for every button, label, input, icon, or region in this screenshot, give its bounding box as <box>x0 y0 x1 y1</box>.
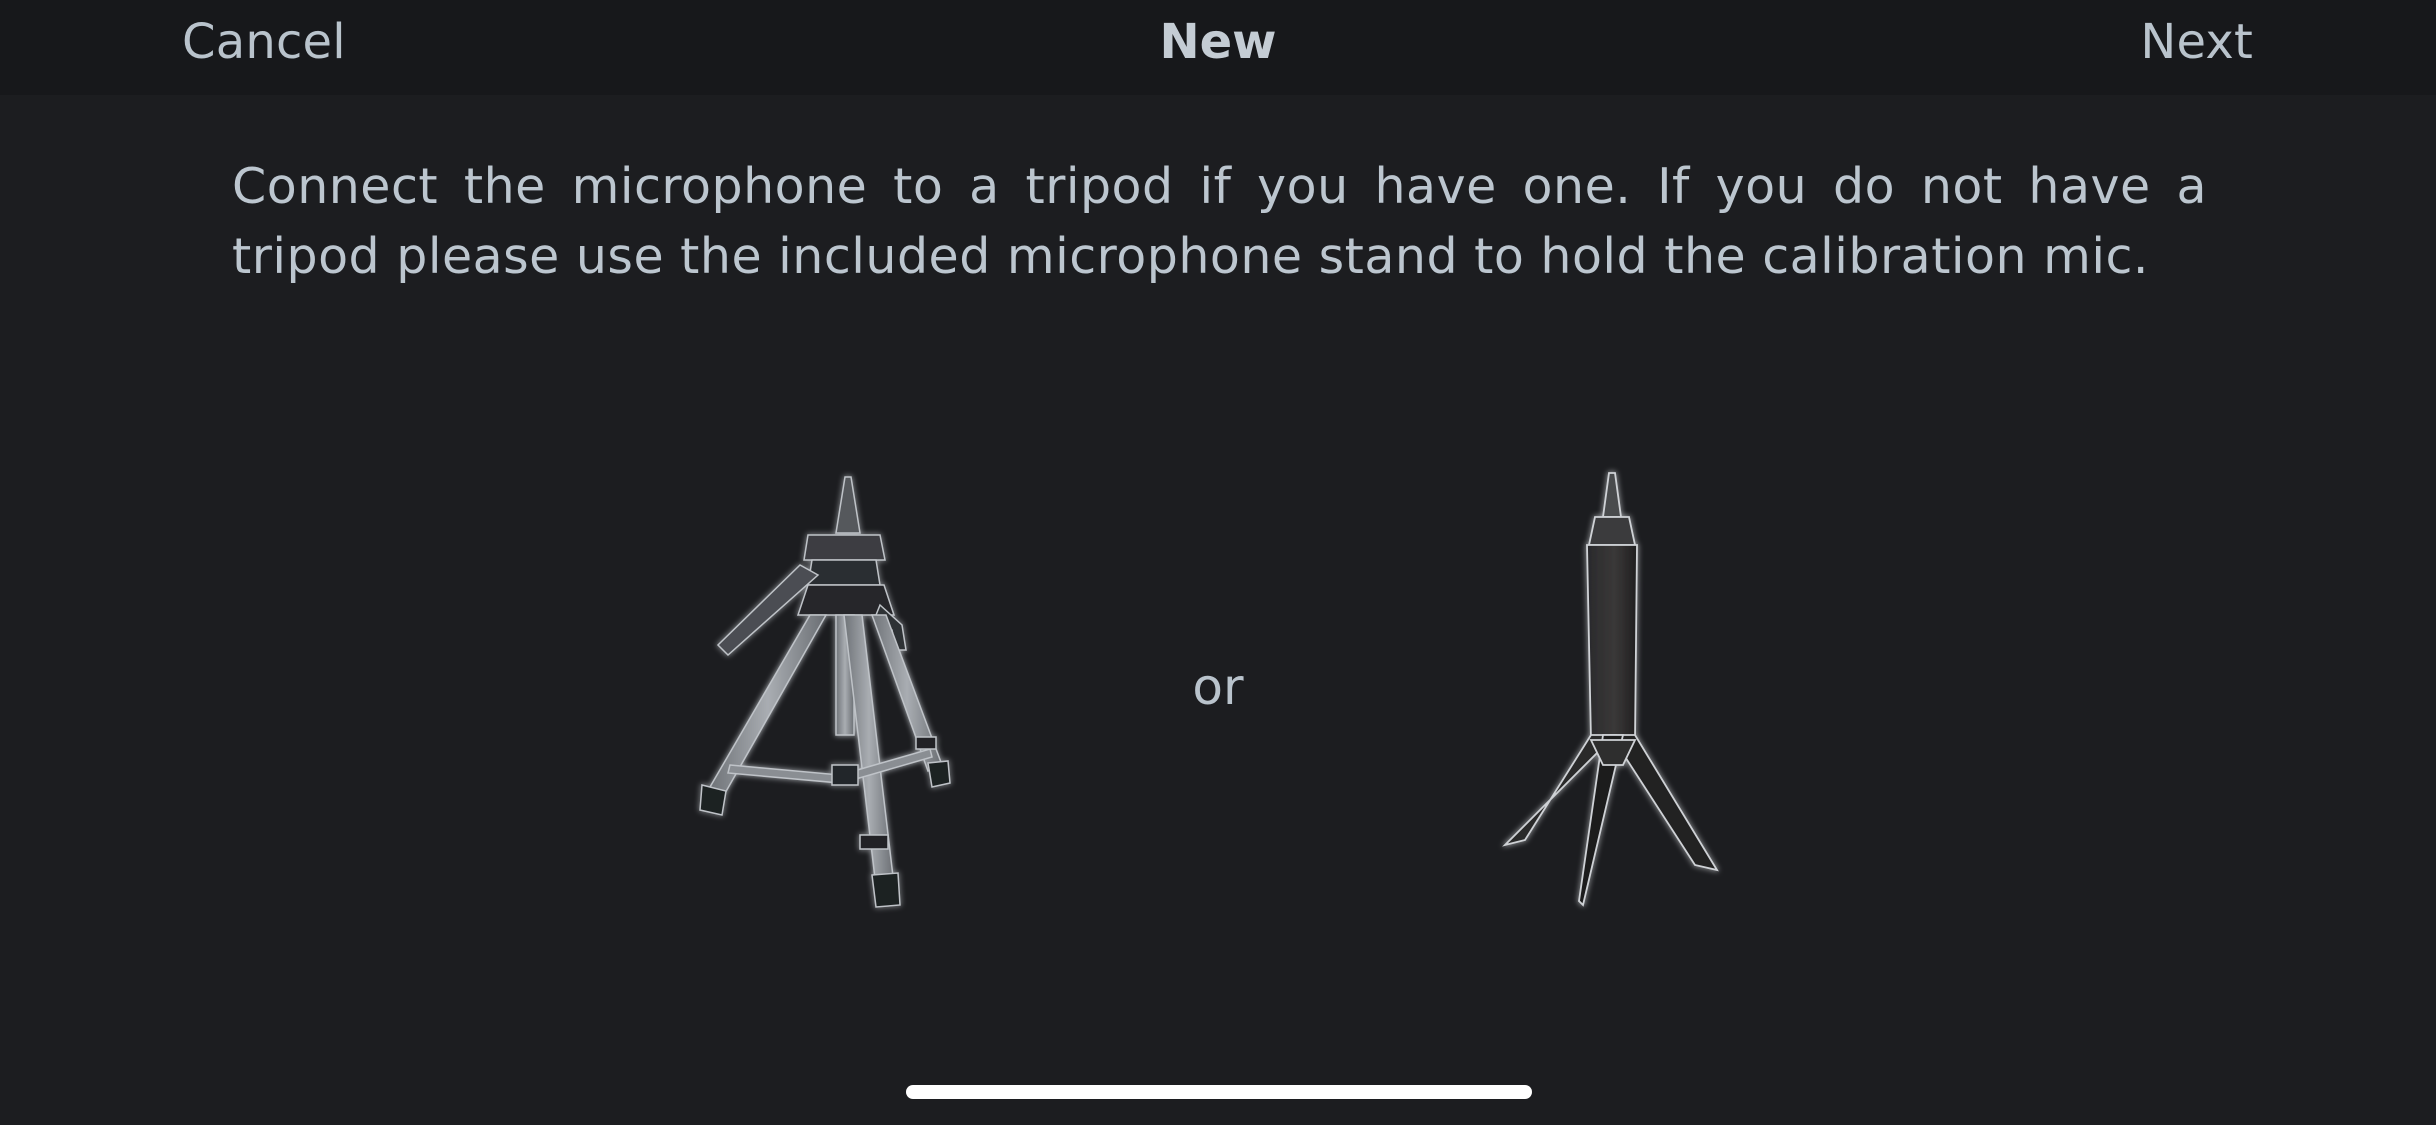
next-button[interactable]: Next <box>2140 14 2253 70</box>
navigation-bar: Cancel New Next <box>0 0 2436 95</box>
page-title: New <box>1159 14 1277 70</box>
calibration-setup-screen: Cancel New Next Connect the microphone t… <box>0 0 2436 1125</box>
or-separator: or <box>1192 658 1244 716</box>
microphone-stand-image <box>1502 472 1719 907</box>
home-indicator[interactable] <box>906 1085 1532 1099</box>
instructions-text: Connect the microphone to a tripod if yo… <box>232 158 2207 285</box>
